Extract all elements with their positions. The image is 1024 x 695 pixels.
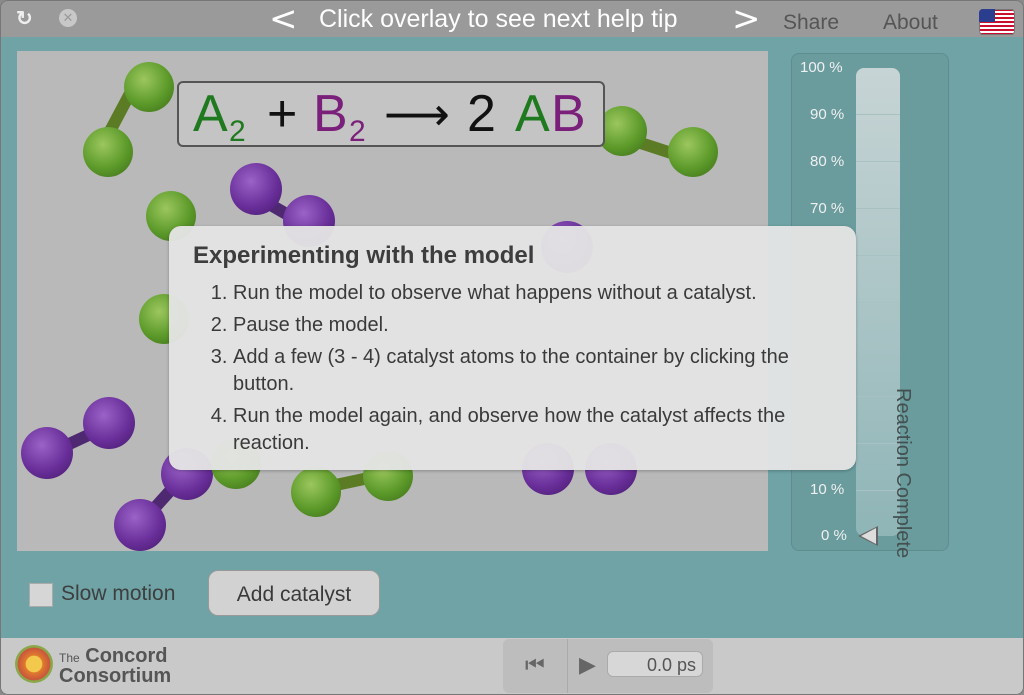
about-link[interactable]: About: [883, 11, 938, 35]
overlay-step: Pause the model.: [233, 312, 833, 339]
help-tip-text[interactable]: Click overlay to see next help tip: [319, 5, 678, 34]
close-icon[interactable]: ✕: [59, 9, 77, 27]
gauge-gridline: [856, 349, 900, 350]
atom-a: [83, 127, 133, 177]
atom-b: [114, 499, 166, 551]
gauge-gridline: [856, 161, 900, 162]
app-window: ↻ ✕ < Click overlay to see next help tip…: [0, 0, 1024, 695]
add-catalyst-button[interactable]: Add catalyst: [208, 570, 380, 616]
reactant-b-subscript: 2: [349, 115, 366, 148]
atom-b: [83, 397, 135, 449]
help-overlay[interactable]: Experimenting with the model Run the mod…: [169, 226, 856, 470]
reactant-a: A: [193, 85, 228, 143]
product-b: B: [551, 85, 586, 143]
play-icon[interactable]: ▶: [579, 652, 596, 678]
gauge-tick-label: 80 %: [810, 153, 845, 170]
product-a: A: [515, 85, 550, 143]
gauge-gridline: [856, 255, 900, 256]
concord-logo-icon: [15, 645, 53, 683]
overlay-step: Run the model to observe what happens wi…: [233, 280, 833, 307]
playback-controls: ⏮ ▶ 0.0 ps: [503, 639, 713, 693]
next-tip-button[interactable]: >: [732, 1, 761, 39]
gauge-tick-label: 70 %: [810, 200, 845, 217]
overlay-step: Add a few (3 - 4) catalyst atoms to the …: [233, 344, 833, 398]
overlay-steps: Run the model to observe what happens wi…: [201, 280, 833, 462]
atom-a: [124, 62, 174, 112]
logo-line1: Concord: [85, 645, 168, 667]
divider: [567, 639, 568, 693]
top-bar: ↻ ✕ < Click overlay to see next help tip…: [1, 1, 1023, 39]
previous-tip-button[interactable]: <: [269, 1, 298, 39]
atom-a: [668, 127, 718, 177]
reaction-arrow: ⟶: [384, 87, 450, 141]
reactant-a-subscript: 2: [229, 115, 246, 148]
product-coefficient: 2: [467, 85, 496, 143]
gauge-tick-label: 100 %: [800, 59, 843, 76]
reactant-b: B: [313, 85, 348, 143]
reload-icon[interactable]: ↻: [16, 9, 33, 29]
slow-motion-label[interactable]: Slow motion: [61, 582, 175, 606]
gauge-label: Reaction Complete: [892, 388, 914, 559]
overlay-step: Run the model again, and observe how the…: [233, 403, 833, 457]
slow-motion-checkbox[interactable]: [29, 583, 53, 607]
logo-line2: Consortium: [59, 665, 172, 687]
gauge-tick-label: 10 %: [810, 481, 845, 498]
atom-b: [230, 163, 282, 215]
plus-sign: +: [267, 85, 298, 143]
us-flag-icon[interactable]: [979, 9, 1015, 35]
atom-a: [291, 467, 341, 517]
gauge-tick-label: 0 %: [821, 527, 847, 544]
time-display: 0.0 ps: [607, 651, 703, 677]
concord-logo: The Concord Consortium: [59, 645, 172, 687]
gauge-gridline: [856, 114, 900, 115]
logo-the: The: [59, 651, 80, 665]
reaction-equation: A 2 + B 2 ⟶ 2 A B: [177, 81, 605, 148]
gauge-tick-label: 90 %: [810, 106, 845, 123]
gauge-gridline: [856, 208, 900, 209]
gauge-gridline: [856, 302, 900, 303]
reset-icon[interactable]: ⏮: [525, 652, 545, 678]
atom-b: [21, 427, 73, 479]
overlay-title: Experimenting with the model: [193, 242, 535, 269]
share-link[interactable]: Share: [783, 11, 839, 35]
gauge-pointer-icon: [858, 526, 878, 546]
